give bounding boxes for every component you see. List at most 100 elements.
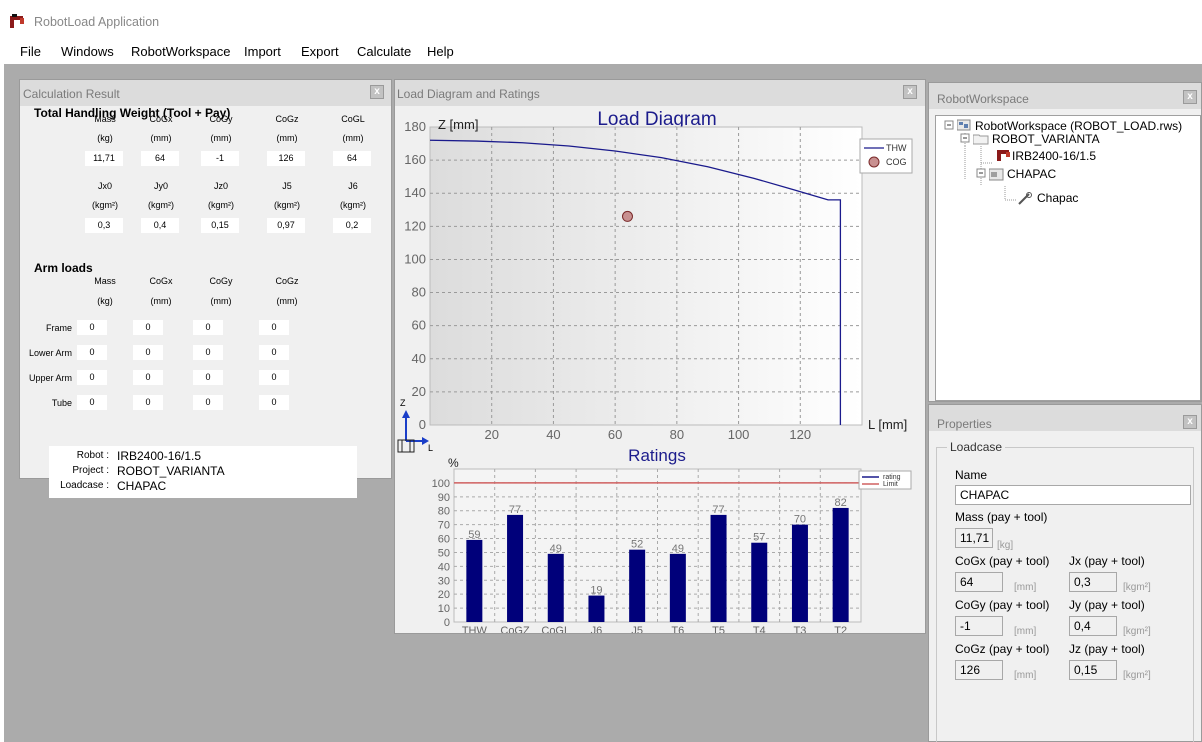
calculation-body: Total Handling Weight (Tool + Pay) Arm l… <box>20 106 391 498</box>
cogy-field[interactable]: -1 <box>955 616 1003 636</box>
arm-value: 0 <box>133 345 163 360</box>
arm-row-label: Frame <box>45 323 72 333</box>
x-tick-label: 120 <box>789 427 811 442</box>
cogz-field[interactable]: 126 <box>955 660 1003 680</box>
thw-header: CoGL <box>341 114 365 124</box>
rating-bar <box>669 553 686 622</box>
arm-value: 0 <box>77 320 107 335</box>
category-label: T4 <box>753 625 766 633</box>
y-tick-label: 0 <box>444 617 450 629</box>
close-button[interactable]: x <box>1183 90 1197 104</box>
arm-value: 0 <box>133 370 163 385</box>
y-tick-label: 100 <box>432 478 450 490</box>
x-tick-label: 80 <box>670 427 684 442</box>
menu-robotworkspace[interactable]: RobotWorkspace <box>131 44 230 59</box>
window-title: Calculation Result <box>23 87 120 101</box>
title-bar: RobotLoad Application <box>0 0 1202 40</box>
thw-header: (kgm²) <box>208 200 234 210</box>
x-tick-label: 60 <box>608 427 622 442</box>
thw-header: (kg) <box>97 133 113 143</box>
cogx-label: CoGx (pay + tool) <box>955 554 1050 568</box>
arm-row-label: Lower Arm <box>28 348 72 358</box>
arm-header: (mm) <box>150 296 172 306</box>
tree-node-variant[interactable]: ROBOT_VARIANTA <box>992 132 1100 146</box>
bar-value-label: 77 <box>509 504 521 516</box>
menu-calculate[interactable]: Calculate <box>357 44 411 59</box>
arm-header: Mass <box>94 276 116 286</box>
close-button[interactable]: x <box>370 85 384 99</box>
tree-node-robot[interactable]: IRB2400-16/1.5 <box>1012 149 1096 163</box>
menu-file[interactable]: File <box>20 44 41 59</box>
mdi-workspace: Calculation Result x Total Handling Weig… <box>4 64 1202 742</box>
tree-node-tool[interactable]: Chapac <box>1037 191 1078 205</box>
legend-limit: Limit <box>883 481 898 488</box>
close-button[interactable]: x <box>903 85 917 99</box>
robot-app-icon <box>10 14 24 28</box>
arm-value: 0 <box>193 320 223 335</box>
cogy-label: CoGy (pay + tool) <box>955 598 1050 612</box>
arm-value: 0 <box>259 370 289 385</box>
menu-windows[interactable]: Windows <box>61 44 114 59</box>
mass-label: Mass (pay + tool) <box>955 510 1048 524</box>
jx-label: Jx (pay + tool) <box>1069 554 1145 568</box>
thw-header: (mm) <box>342 133 364 143</box>
rating-bar <box>710 514 727 622</box>
window-caption[interactable]: Load Diagram and Ratings x <box>395 80 925 106</box>
bar-value-label: 19 <box>590 585 602 597</box>
jy-unit: [kgm²] <box>1123 626 1151 637</box>
y-axis-label: Z [mm] <box>438 117 478 132</box>
cogx-field[interactable]: 64 <box>955 572 1003 592</box>
loadcase-group: Loadcase Name CHAPAC Mass (pay + tool) 1… <box>936 440 1194 742</box>
tool-icon <box>1018 192 1032 205</box>
mass-unit: [kg] <box>997 540 1014 551</box>
menu-import[interactable]: Import <box>244 44 281 59</box>
properties-body: Loadcase Name CHAPAC Mass (pay + tool) 1… <box>929 431 1201 742</box>
tree-node-loadcase[interactable]: CHAPAC <box>1007 167 1056 181</box>
x-tick-label: 100 <box>728 427 750 442</box>
jz-label: Jz (pay + tool) <box>1069 642 1145 656</box>
window-caption[interactable]: Calculation Result x <box>20 80 391 106</box>
y-tick-label: 100 <box>404 251 426 266</box>
arm-value: 0 <box>259 320 289 335</box>
thw-header: CoGz <box>275 114 299 124</box>
menu-help[interactable]: Help <box>427 44 454 59</box>
cogz-label: CoGz (pay + tool) <box>955 642 1050 656</box>
load-diagram-plot: 0 20 40 60 80 100 120 140 160 180 20 40 60 80 100 120 Z … <box>404 117 913 442</box>
window-caption[interactable]: Properties x <box>929 405 1201 431</box>
workspace-tree[interactable]: RobotWorkspace (ROBOT_LOAD.rws) ROBOT_VA… <box>935 115 1201 401</box>
loadcase-label: Loadcase : <box>60 480 109 491</box>
bar-value-label: 49 <box>672 543 684 555</box>
thw-value: 0,4 <box>141 218 179 233</box>
arm-header: CoGy <box>209 276 233 286</box>
close-button[interactable]: x <box>1183 415 1197 429</box>
project-value: ROBOT_VARIANTA <box>117 464 225 478</box>
legend-marker-swatch <box>868 156 880 168</box>
window-caption[interactable]: RobotWorkspace x <box>929 83 1201 109</box>
jz-field[interactable]: 0,15 <box>1069 660 1117 680</box>
axis-z-letter: Z <box>400 398 406 408</box>
bar-value-label: 57 <box>753 532 765 544</box>
window-title: Properties <box>937 417 992 431</box>
thw-header: J5 <box>282 181 292 191</box>
thw-value: 126 <box>267 151 305 166</box>
thw-value: 11,71 <box>85 151 123 166</box>
thw-header: (kgm²) <box>340 200 366 210</box>
y-tick-label: 0 <box>419 417 426 432</box>
mass-field[interactable]: 11,71 <box>955 528 993 548</box>
jy-field[interactable]: 0,4 <box>1069 616 1117 636</box>
category-label: CoGL <box>541 625 570 633</box>
rating-bar <box>751 542 768 622</box>
jx-field[interactable]: 0,3 <box>1069 572 1117 592</box>
y-tick-label: 80 <box>412 285 426 300</box>
category-label: CoGZ <box>500 625 530 633</box>
name-input[interactable]: CHAPAC <box>955 485 1191 505</box>
arm-value: 0 <box>193 395 223 410</box>
tree-node-workspace[interactable]: RobotWorkspace (ROBOT_LOAD.rws) <box>975 119 1182 133</box>
legend-thw: THW <box>886 143 907 153</box>
bar-value-label: 82 <box>835 497 847 509</box>
load-diagram-chart: Load Diagram Ratings 0204060801001201401… <box>397 109 913 637</box>
axis-l-letter: L <box>428 443 433 453</box>
jz-unit: [kgm²] <box>1123 670 1151 681</box>
menu-export[interactable]: Export <box>301 44 339 59</box>
jx-unit: [kgm²] <box>1123 582 1151 593</box>
